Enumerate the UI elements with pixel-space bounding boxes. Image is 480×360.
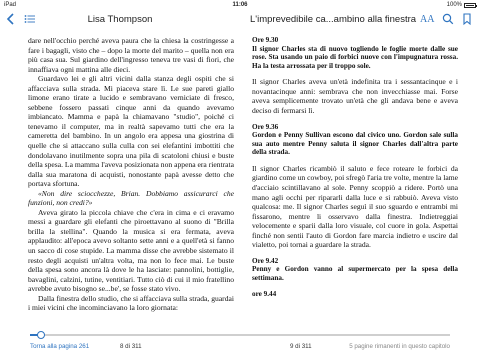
log-entry-text: Il signor Charles sta di nuovo togliendo…: [252, 44, 458, 70]
paragraph: Dalla finestra dello studio, che si affa…: [28, 293, 234, 313]
status-time: 11:06: [232, 2, 248, 8]
book-title: L'imprevedibile ca...ambino alla finestr…: [250, 14, 417, 25]
paragraph: dare nell'occhio perché aveva paura che …: [28, 36, 234, 74]
book-author-title: Lisa Thompson: [87, 14, 153, 25]
text-size-icon[interactable]: AA: [420, 12, 434, 28]
battery-icon: [464, 2, 477, 8]
reader-footer: Torna alla pagina 261 8 di 311 9 di 311 …: [0, 320, 480, 360]
pages-remaining-label: 5 pagine rimanenti in questo capitolo: [349, 343, 450, 350]
battery-percent: 100%: [446, 2, 462, 8]
back-to-page-link[interactable]: Torna alla pagina 261: [30, 343, 89, 350]
search-icon[interactable]: [442, 12, 454, 30]
page-scrubber[interactable]: [30, 331, 450, 339]
log-entry-time: Ore 9.30: [252, 36, 279, 44]
reader-toolbar: Lisa Thompson L'imprevedibile ca...ambin…: [0, 10, 480, 30]
right-page: Ore 9.30 Il signor Charles sta di nuovo …: [252, 36, 458, 298]
log-entry-time: Ore 9.36: [252, 122, 279, 131]
paragraph: Il signor Charles ricambiò il saluto e f…: [252, 163, 458, 250]
status-bar: iPad 11:06 100%: [0, 0, 480, 10]
log-entry-time: Ore 9.42: [252, 256, 279, 265]
dialogue-paragraph: «Non dire sciocchezze, Brian. Dobbiamo a…: [28, 188, 234, 208]
left-page-number: 8 di 311: [120, 343, 142, 350]
log-entry-text: Gordon e Penny Sullivan escono dal civic…: [252, 131, 458, 157]
log-entry-time: ore 9.44: [252, 289, 277, 298]
paragraph: Aveva girato la piccola chiave che c'era…: [28, 207, 234, 294]
right-page-number: 9 di 311: [290, 343, 312, 350]
paragraph: Il signor Charles aveva un'età indefinit…: [252, 77, 458, 116]
bookmark-icon[interactable]: [462, 12, 472, 30]
page-scrubber-knob[interactable]: [37, 331, 45, 339]
left-page: dare nell'occhio perché aveva paura che …: [28, 36, 234, 313]
paragraph: Guardavo lei e gli altri vicini dalla st…: [28, 74, 234, 189]
log-entry-text: Penny e Gordon vanno al supermercato per…: [252, 265, 458, 283]
battery-status: 100%: [446, 2, 477, 8]
text-size-glyph: AA: [420, 14, 435, 25]
